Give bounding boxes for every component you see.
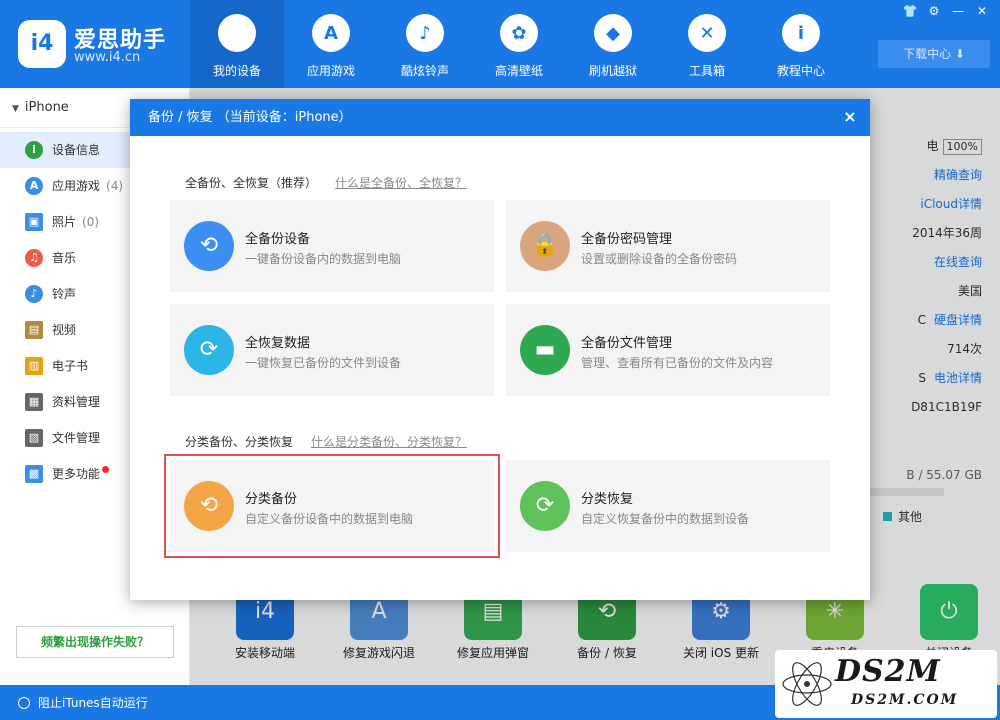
- device-name: iPhone: [24, 100, 69, 115]
- nav-toolbox[interactable]: ✕ 工具箱: [660, 0, 754, 88]
- card-category-backup[interactable]: ⟲ 分类备份 自定义备份设备中的数据到电脑: [164, 454, 500, 558]
- watermark-subtext: DS2M.COM: [851, 692, 959, 708]
- book-icon: ▥: [25, 357, 43, 375]
- full-backup-section-title: 全备份、全恢复（推荐） 什么是全备份、全恢复？: [185, 174, 467, 191]
- notification-dot: [102, 466, 110, 473]
- folder-icon: ▬: [520, 325, 570, 375]
- card-title: 分类恢复: [581, 492, 634, 507]
- card-desc: 自定义备份设备中的数据到电脑: [245, 512, 414, 526]
- info-icon: i: [25, 141, 43, 159]
- minimize-icon[interactable]: —: [948, 2, 968, 20]
- block-itunes-toggle[interactable]: 阻止iTunes自动运行: [18, 694, 148, 711]
- nav-label: 刷机越狱: [588, 64, 637, 78]
- restore-icon: ⟳: [184, 325, 234, 375]
- info-icon: i: [782, 14, 820, 52]
- section-title: 分类备份、分类恢复: [185, 435, 294, 449]
- what-is-category-backup-link[interactable]: 什么是分类备份、分类恢复？: [311, 435, 467, 449]
- skin-icon[interactable]: 👕: [900, 2, 920, 20]
- window-controls: 👕 ⚙ — ✕: [900, 2, 992, 20]
- card-desc: 一键备份设备内的数据到电脑: [245, 252, 402, 266]
- folder-icon: ▧: [25, 429, 43, 447]
- bell-icon: ♪: [25, 285, 43, 303]
- sidebar-item-label: 设备信息: [52, 143, 101, 157]
- block-itunes-label: 阻止iTunes自动运行: [38, 696, 148, 710]
- triangle-down-icon: ▼: [12, 104, 19, 114]
- nav-label: 工具箱: [688, 64, 725, 78]
- contacts-icon: ▦: [25, 393, 43, 411]
- settings-icon[interactable]: ⚙: [924, 2, 944, 20]
- download-center-button[interactable]: 下载中心 ⬇: [878, 40, 990, 68]
- watermark-text: DS2M: [835, 654, 941, 689]
- dropbox-icon: ◆: [594, 14, 632, 52]
- sidebar-item-label: 铃声: [52, 287, 77, 301]
- card-title: 全恢复数据: [245, 336, 311, 351]
- card-title: 全备份文件管理: [581, 336, 673, 351]
- category-backup-icon: ⟲: [184, 481, 234, 531]
- music-icon: ♫: [25, 249, 43, 267]
- dialog-title: 备份 / 恢复 （当前设备：iPhone）: [130, 99, 870, 136]
- main-nav: 我的设备 A 应用游戏 ♪ 酷炫铃声 ✿ 高清壁纸 ◆ 刷机越狱 ✕ 工具箱 i…: [190, 0, 848, 88]
- card-desc: 管理、查看所有已备份的文件及内容: [581, 356, 774, 370]
- card-category-restore[interactable]: ⟳ 分类恢复 自定义恢复备份中的数据到设备: [506, 460, 830, 552]
- lock-icon: 🔒: [520, 221, 570, 271]
- card-backup-file-manager[interactable]: ▬ 全备份文件管理 管理、查看所有已备份的文件及内容: [506, 304, 830, 396]
- logo-badge: i4: [18, 20, 66, 68]
- nav-my-device[interactable]: 我的设备: [190, 0, 284, 88]
- nav-apps-games[interactable]: A 应用游戏: [284, 0, 378, 88]
- help-failure-button[interactable]: 频繁出现操作失败？: [16, 626, 174, 658]
- card-title: 全备份设备: [245, 232, 311, 247]
- card-full-restore[interactable]: ⟳ 全恢复数据 一键恢复已备份的文件到设备: [170, 304, 494, 396]
- watermark: DS2M DS2M.COM: [775, 650, 997, 718]
- card-title: 全备份密码管理: [581, 232, 673, 247]
- photo-icon: ▣: [25, 213, 43, 231]
- card-desc: 一键恢复已备份的文件到设备: [245, 356, 402, 370]
- sidebar-item-label: 电子书: [52, 359, 89, 373]
- app-url: www.i4.cn: [74, 50, 141, 65]
- app-logo: i4 爱思助手 www.i4.cn: [18, 20, 178, 70]
- nav-tutorials[interactable]: i 教程中心: [754, 0, 848, 88]
- grid-icon: ▩: [25, 465, 43, 483]
- card-title: 分类备份: [245, 492, 298, 507]
- sidebar-item-label: 音乐: [52, 251, 77, 265]
- close-icon[interactable]: ✕: [972, 2, 992, 20]
- nav-label: 高清壁纸: [494, 64, 543, 78]
- what-is-full-backup-link[interactable]: 什么是全备份、全恢复？: [335, 176, 467, 190]
- appstore-icon: A: [312, 14, 350, 52]
- atom-logo-icon: [782, 662, 832, 706]
- category-backup-section-title: 分类备份、分类恢复 什么是分类备份、分类恢复？: [185, 433, 467, 450]
- apple-icon: [218, 14, 256, 52]
- appstore-icon: A: [25, 177, 43, 195]
- dialog-close-button[interactable]: ×: [838, 105, 862, 129]
- sidebar-item-label: 文件管理: [52, 431, 101, 445]
- bell-icon: ♪: [406, 14, 444, 52]
- card-desc: 自定义恢复备份中的数据到设备: [581, 512, 750, 526]
- sidebar-item-count: (0): [82, 215, 100, 229]
- video-icon: ▤: [25, 321, 43, 339]
- sidebar-item-label: 更多功能: [52, 467, 101, 481]
- sidebar-item-label: 资料管理: [52, 395, 101, 409]
- tools-icon: ✕: [688, 14, 726, 52]
- sidebar-item-label: 应用游戏: [52, 179, 101, 193]
- sidebar-item-count: (4): [106, 179, 124, 193]
- card-full-backup-device[interactable]: ⟲ 全备份设备 一键备份设备内的数据到电脑: [170, 200, 494, 292]
- section-title: 全备份、全恢复（推荐）: [185, 176, 318, 190]
- card-desc: 设置或删除设备的全备份密码: [581, 252, 738, 266]
- sidebar-item-label: 照片: [52, 215, 77, 229]
- radio-icon: [18, 697, 30, 709]
- nav-flash-jailbreak[interactable]: ◆ 刷机越狱: [566, 0, 660, 88]
- card-backup-password[interactable]: 🔒 全备份密码管理 设置或删除设备的全备份密码: [506, 200, 830, 292]
- category-restore-icon: ⟳: [520, 481, 570, 531]
- nav-label: 酷炫铃声: [400, 64, 449, 78]
- sidebar-item-label: 视频: [52, 323, 77, 337]
- app-header: i4 爱思助手 www.i4.cn 我的设备 A 应用游戏 ♪ 酷炫铃声 ✿ 高…: [0, 0, 1000, 88]
- nav-label: 应用游戏: [306, 64, 355, 78]
- nav-ringtones[interactable]: ♪ 酷炫铃声: [378, 0, 472, 88]
- nav-label: 教程中心: [776, 64, 825, 78]
- nav-wallpapers[interactable]: ✿ 高清壁纸: [472, 0, 566, 88]
- backup-icon: ⟲: [184, 221, 234, 271]
- backup-restore-dialog: 备份 / 恢复 （当前设备：iPhone） × 全备份、全恢复（推荐） 什么是全备…: [130, 99, 870, 600]
- nav-label: 我的设备: [212, 64, 261, 78]
- flower-icon: ✿: [500, 14, 538, 52]
